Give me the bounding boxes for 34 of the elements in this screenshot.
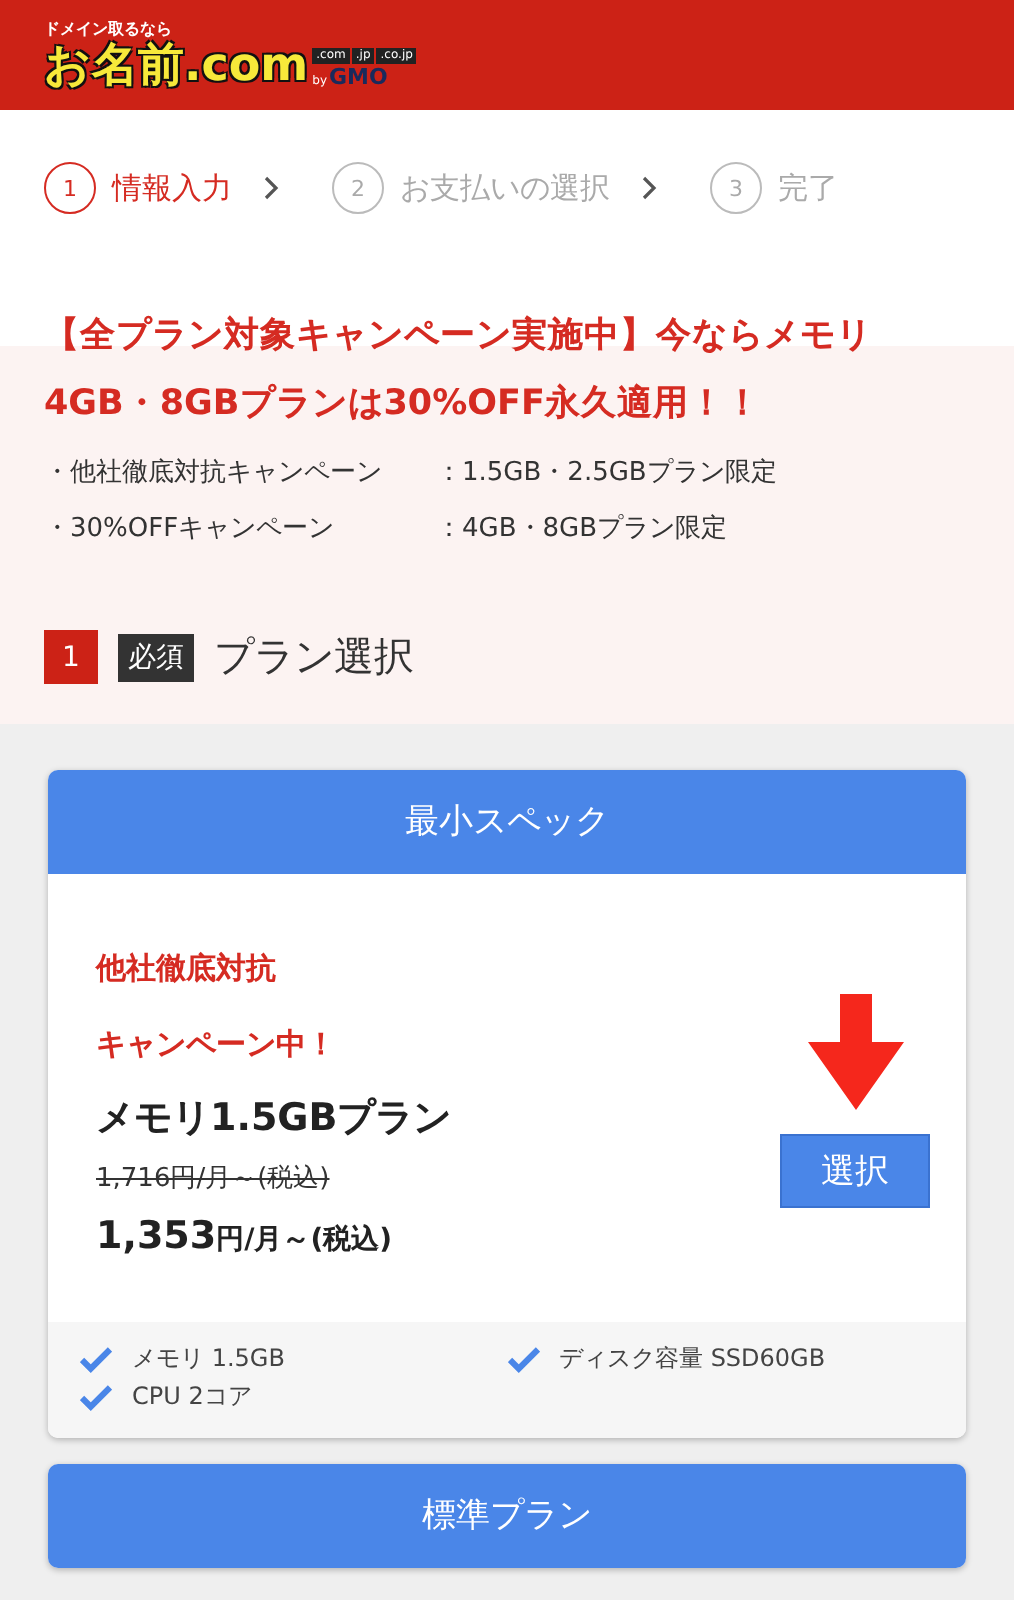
note-text: ：1.5GB・2.5GBプラン限定 [436, 456, 777, 492]
note-label: ・他社徹底対抗キャンペーン [44, 456, 384, 492]
feature-text: ディスク容量 SSD60GB [559, 1342, 826, 1376]
plan-header: 最小スペック [48, 770, 966, 874]
step-label: 情報入力 [112, 169, 232, 207]
plan-name: メモリ1.5GBプラン [96, 1094, 452, 1144]
step-number: 2 [332, 162, 384, 214]
step-number: 1 [44, 162, 96, 214]
step-number: 3 [710, 162, 762, 214]
note-text: ：4GB・8GBプラン限定 [436, 512, 728, 548]
price-unit: 円/月～(税込) [216, 1224, 393, 1256]
price: 1,353 [96, 1214, 217, 1258]
logo-text[interactable]: お名前.com [44, 39, 309, 91]
company-logo-text: GMO [329, 65, 388, 87]
feature-text: メモリ 1.5GB [132, 1342, 285, 1376]
note-label: ・30%OFFキャンペーン [44, 512, 337, 548]
campaign-headline: 【全プラン対象キャンペーン実施中】今ならメモリ4GB・8GBプランは30%OFF永久適用！！ [44, 313, 874, 428]
old-price: 1,716円/月～(税込) [96, 1162, 332, 1198]
step-label: お支払いの選択 [400, 169, 610, 207]
check-icon [80, 1383, 112, 1411]
chevron-icon [642, 176, 658, 200]
chevron-icon [264, 176, 280, 200]
step-label: 完了 [778, 169, 838, 207]
campaign-label: 他社徹底対抗 [96, 948, 278, 990]
section-number: 1 [44, 630, 98, 684]
logo-tagline: ドメイン取るなら [44, 19, 172, 38]
plan-header: 標準プラン [48, 1464, 966, 1568]
campaign-label: キャンペーン中！ [96, 1024, 338, 1066]
check-icon [80, 1345, 112, 1373]
select-button[interactable]: 選択 [780, 1134, 930, 1208]
feature-text: CPU 2コア [132, 1380, 252, 1414]
required-badge: 必須 [118, 633, 194, 681]
check-icon [507, 1345, 539, 1373]
section-title: プラン選択 [214, 630, 414, 684]
